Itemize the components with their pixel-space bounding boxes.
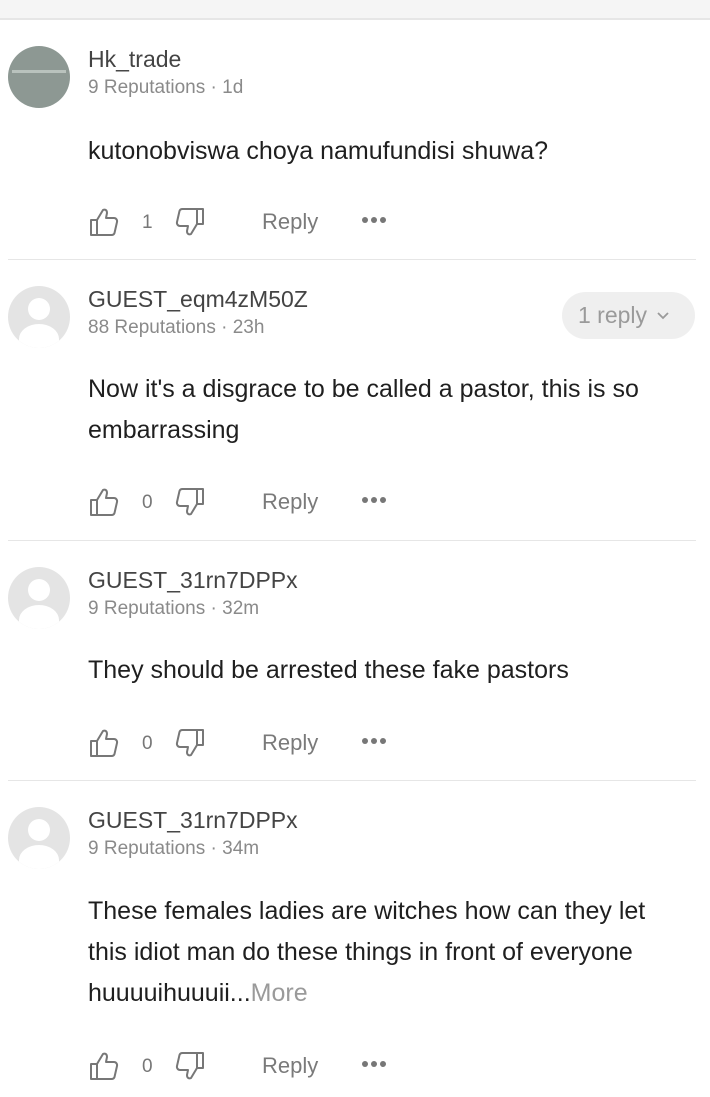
comment-username[interactable]: Hk_trade: [88, 46, 181, 73]
reply-button[interactable]: Reply: [262, 209, 318, 235]
thumbs-down-icon[interactable]: [174, 1050, 206, 1082]
comment-actions: 0 Reply: [88, 727, 408, 763]
avatar-head: [28, 819, 50, 841]
avatar-shoulders: [19, 605, 59, 629]
thumbs-up-icon[interactable]: [88, 1050, 120, 1082]
user-avatar[interactable]: [8, 46, 70, 108]
avatar-shoulders: [19, 845, 59, 869]
avatar-shoulders: [19, 324, 59, 348]
user-avatar[interactable]: [8, 567, 70, 629]
thumbs-up-icon[interactable]: [88, 206, 120, 238]
comment-item: Hk_trade 9 Reputations · 1d kutonobviswa…: [0, 46, 710, 260]
more-dots-icon[interactable]: [360, 486, 388, 514]
thumbs-down-icon[interactable]: [174, 727, 206, 759]
comment-actions: 0 Reply: [88, 1050, 408, 1086]
thumbs-down-icon[interactable]: [174, 486, 206, 518]
comment-actions: 1 Reply: [88, 206, 408, 242]
comment-divider: [8, 259, 696, 260]
reply-button[interactable]: Reply: [262, 1053, 318, 1079]
comment-meta: 88 Reputations · 23h: [88, 317, 265, 338]
comment-body: kutonobviswa choya namufundisi shuwa?: [88, 137, 548, 165]
comment-item: GUEST_31rn7DPPx 9 Reputations · 34m Thes…: [0, 807, 710, 1097]
avatar-head: [28, 298, 50, 320]
view-replies-button[interactable]: 1 reply: [562, 292, 695, 339]
reply-button[interactable]: Reply: [262, 730, 318, 756]
thumbs-down-icon[interactable]: [174, 206, 206, 238]
avatar-photo-detail: [12, 70, 66, 73]
replies-label: 1 reply: [578, 302, 648, 328]
like-count: 0: [142, 1056, 153, 1077]
comment-body: They should be arrested these fake pasto…: [88, 656, 569, 684]
comment-divider: [8, 540, 696, 541]
comment-username[interactable]: GUEST_eqm4zM50Z: [88, 286, 308, 313]
avatar-head: [28, 579, 50, 601]
comment-meta: 9 Reputations · 32m: [88, 598, 260, 619]
user-avatar[interactable]: [8, 286, 70, 348]
like-count: 0: [142, 733, 153, 754]
comment-body: These females ladies are witches how can…: [88, 891, 688, 1014]
more-link[interactable]: More: [251, 979, 308, 1007]
thumbs-up-icon[interactable]: [88, 486, 120, 518]
like-count: 1: [142, 212, 153, 233]
comment-item: GUEST_31rn7DPPx 9 Reputations · 32m They…: [0, 567, 710, 780]
thumbs-up-icon[interactable]: [88, 727, 120, 759]
more-dots-icon[interactable]: [360, 206, 388, 234]
chevron-down-icon: [657, 312, 669, 320]
comment-item: GUEST_eqm4zM50Z 88 Reputations · 23h 1 r…: [0, 286, 710, 540]
top-bar: [0, 0, 710, 20]
comment-body: Now it's a disgrace to be called a pasto…: [88, 375, 639, 444]
comment-meta: 9 Reputations · 1d: [88, 77, 244, 98]
comment-actions: 0 Reply: [88, 486, 408, 522]
reply-button[interactable]: Reply: [262, 489, 318, 515]
comment-body-text: These females ladies are witches how can…: [88, 897, 646, 1007]
comment-username[interactable]: GUEST_31rn7DPPx: [88, 807, 298, 834]
comment-meta: 9 Reputations · 34m: [88, 838, 260, 859]
like-count: 0: [142, 492, 153, 513]
user-avatar[interactable]: [8, 807, 70, 869]
comment-username[interactable]: GUEST_31rn7DPPx: [88, 567, 298, 594]
comment-divider: [8, 780, 696, 781]
more-dots-icon[interactable]: [360, 1050, 388, 1078]
more-dots-icon[interactable]: [360, 727, 388, 755]
